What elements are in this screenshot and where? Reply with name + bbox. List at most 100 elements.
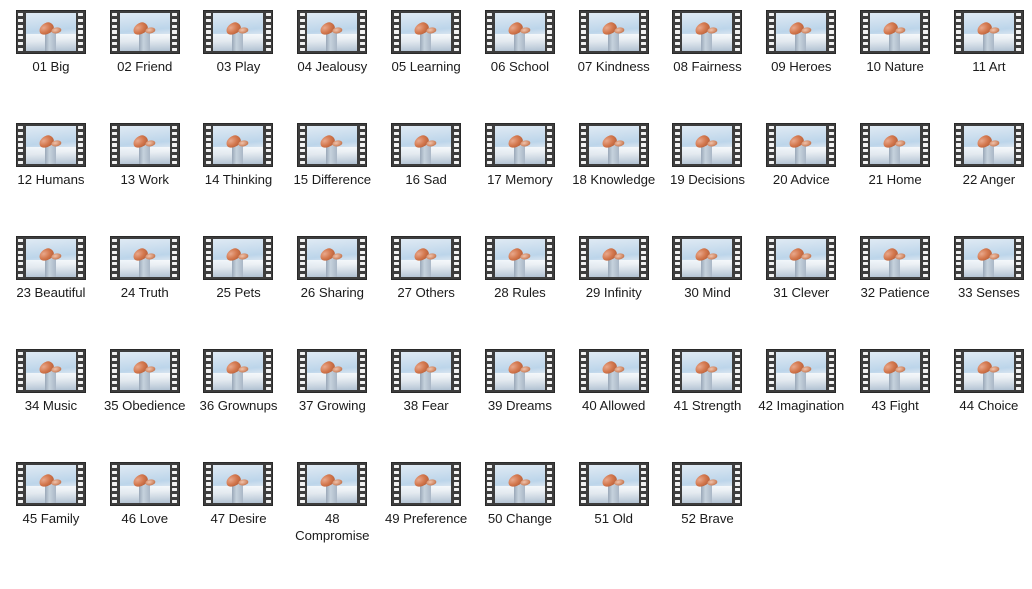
film-strip-video-icon[interactable]: [109, 462, 180, 506]
film-strip-video-icon[interactable]: [203, 349, 274, 393]
film-strip-video-icon[interactable]: [953, 236, 1024, 280]
file-item-home[interactable]: 21 Home: [848, 119, 942, 232]
file-item-music[interactable]: 34 Music: [4, 345, 98, 458]
file-item-senses[interactable]: 33 Senses: [942, 232, 1032, 345]
film-strip-video-icon[interactable]: [766, 123, 837, 167]
file-item-choice[interactable]: 44 Choice: [942, 345, 1032, 458]
file-item-heroes[interactable]: 09 Heroes: [754, 6, 848, 119]
film-strip-video-icon[interactable]: [860, 236, 931, 280]
file-item-strength[interactable]: 41 Strength: [661, 345, 755, 458]
film-strip-video-icon[interactable]: [391, 10, 462, 54]
film-strip-video-icon[interactable]: [766, 349, 837, 393]
file-item-fairness[interactable]: 08 Fairness: [661, 6, 755, 119]
file-item-school[interactable]: 06 School: [473, 6, 567, 119]
file-item-truth[interactable]: 24 Truth: [98, 232, 192, 345]
file-item-dreams[interactable]: 39 Dreams: [473, 345, 567, 458]
file-item-desire[interactable]: 47 Desire: [192, 458, 286, 571]
film-strip-video-icon[interactable]: [860, 123, 931, 167]
file-item-clever[interactable]: 31 Clever: [754, 232, 848, 345]
file-item-fight[interactable]: 43 Fight: [848, 345, 942, 458]
film-strip-video-icon[interactable]: [15, 462, 86, 506]
file-item-learning[interactable]: 05 Learning: [379, 6, 473, 119]
film-strip-video-icon[interactable]: [297, 236, 368, 280]
film-strip-video-icon[interactable]: [109, 10, 180, 54]
film-strip-video-icon[interactable]: [672, 123, 743, 167]
file-item-memory[interactable]: 17 Memory: [473, 119, 567, 232]
file-item-sharing[interactable]: 26 Sharing: [285, 232, 379, 345]
film-strip-video-icon[interactable]: [953, 10, 1024, 54]
film-strip-video-icon[interactable]: [203, 236, 274, 280]
film-strip-video-icon[interactable]: [672, 10, 743, 54]
file-item-advice[interactable]: 20 Advice: [754, 119, 848, 232]
file-item-kindness[interactable]: 07 Kindness: [567, 6, 661, 119]
file-item-anger[interactable]: 22 Anger: [942, 119, 1032, 232]
film-strip-video-icon[interactable]: [297, 123, 368, 167]
film-strip-video-icon[interactable]: [578, 123, 649, 167]
film-strip-video-icon[interactable]: [578, 10, 649, 54]
film-strip-video-icon[interactable]: [297, 462, 368, 506]
film-strip-video-icon[interactable]: [484, 123, 555, 167]
file-item-love[interactable]: 46 Love: [98, 458, 192, 571]
file-item-others[interactable]: 27 Others: [379, 232, 473, 345]
file-item-sad[interactable]: 16 Sad: [379, 119, 473, 232]
film-strip-video-icon[interactable]: [953, 123, 1024, 167]
file-item-thinking[interactable]: 14 Thinking: [192, 119, 286, 232]
film-strip-video-icon[interactable]: [203, 10, 274, 54]
film-strip-video-icon[interactable]: [484, 236, 555, 280]
film-strip-video-icon[interactable]: [484, 10, 555, 54]
file-item-obedience[interactable]: 35 Obedience: [98, 345, 192, 458]
file-item-play[interactable]: 03 Play: [192, 6, 286, 119]
file-item-pets[interactable]: 25 Pets: [192, 232, 286, 345]
file-item-compromise[interactable]: 48 Compromise: [285, 458, 379, 571]
film-strip-video-icon[interactable]: [484, 462, 555, 506]
file-item-mind[interactable]: 30 Mind: [661, 232, 755, 345]
film-strip-video-icon[interactable]: [672, 349, 743, 393]
file-grid[interactable]: 01 Big 02 Friend 03 Play 04 Jealousy 05 …: [0, 0, 1032, 571]
film-strip-video-icon[interactable]: [391, 123, 462, 167]
file-item-friend[interactable]: 02 Friend: [98, 6, 192, 119]
film-strip-video-icon[interactable]: [109, 123, 180, 167]
film-strip-video-icon[interactable]: [766, 236, 837, 280]
file-item-humans[interactable]: 12 Humans: [4, 119, 98, 232]
film-strip-video-icon[interactable]: [297, 349, 368, 393]
file-item-change[interactable]: 50 Change: [473, 458, 567, 571]
file-item-rules[interactable]: 28 Rules: [473, 232, 567, 345]
file-item-old[interactable]: 51 Old: [567, 458, 661, 571]
file-item-family[interactable]: 45 Family: [4, 458, 98, 571]
file-item-grownups[interactable]: 36 Grownups: [192, 345, 286, 458]
file-item-art[interactable]: 11 Art: [942, 6, 1032, 119]
film-strip-video-icon[interactable]: [15, 10, 86, 54]
film-strip-video-icon[interactable]: [578, 236, 649, 280]
film-strip-video-icon[interactable]: [203, 462, 274, 506]
film-strip-video-icon[interactable]: [953, 349, 1024, 393]
film-strip-video-icon[interactable]: [391, 236, 462, 280]
film-strip-video-icon[interactable]: [766, 10, 837, 54]
file-item-jealousy[interactable]: 04 Jealousy: [285, 6, 379, 119]
film-strip-video-icon[interactable]: [578, 462, 649, 506]
film-strip-video-icon[interactable]: [484, 349, 555, 393]
file-item-allowed[interactable]: 40 Allowed: [567, 345, 661, 458]
film-strip-video-icon[interactable]: [860, 349, 931, 393]
file-item-difference[interactable]: 15 Difference: [285, 119, 379, 232]
film-strip-video-icon[interactable]: [15, 349, 86, 393]
file-item-infinity[interactable]: 29 Infinity: [567, 232, 661, 345]
file-item-decisions[interactable]: 19 Decisions: [661, 119, 755, 232]
file-item-big[interactable]: 01 Big: [4, 6, 98, 119]
file-item-patience[interactable]: 32 Patience: [848, 232, 942, 345]
film-strip-video-icon[interactable]: [203, 123, 274, 167]
film-strip-video-icon[interactable]: [860, 10, 931, 54]
file-item-knowledge[interactable]: 18 Knowledge: [567, 119, 661, 232]
file-item-brave[interactable]: 52 Brave: [661, 458, 755, 571]
film-strip-video-icon[interactable]: [672, 462, 743, 506]
film-strip-video-icon[interactable]: [109, 236, 180, 280]
file-item-work[interactable]: 13 Work: [98, 119, 192, 232]
file-item-growing[interactable]: 37 Growing: [285, 345, 379, 458]
film-strip-video-icon[interactable]: [109, 349, 180, 393]
film-strip-video-icon[interactable]: [15, 236, 86, 280]
file-item-preference[interactable]: 49 Preference: [379, 458, 473, 571]
film-strip-video-icon[interactable]: [297, 10, 368, 54]
file-item-beautiful[interactable]: 23 Beautiful: [4, 232, 98, 345]
file-item-imagination[interactable]: 42 Imagination: [754, 345, 848, 458]
film-strip-video-icon[interactable]: [391, 349, 462, 393]
film-strip-video-icon[interactable]: [15, 123, 86, 167]
